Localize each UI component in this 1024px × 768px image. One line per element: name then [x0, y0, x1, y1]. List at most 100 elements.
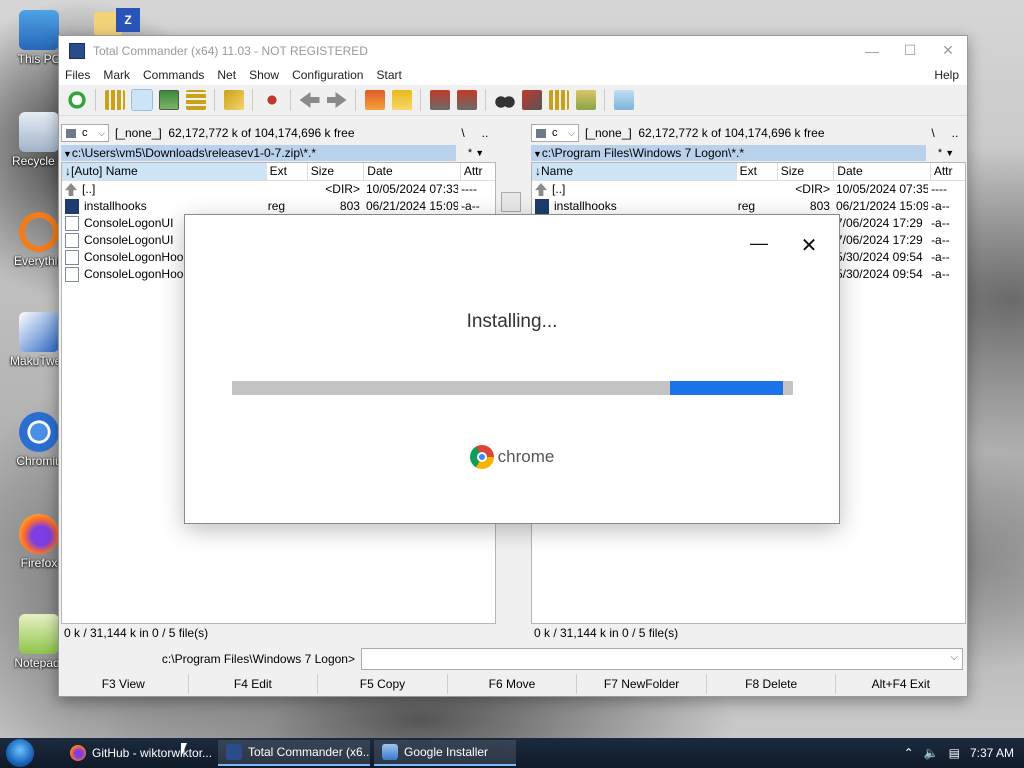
taskbar-item-github[interactable]: GitHub - wiktorwiktor... [62, 740, 214, 766]
tree-view-icon[interactable] [185, 90, 206, 110]
tree-panel-icon[interactable] [223, 90, 244, 110]
menu-files[interactable]: Files [65, 68, 90, 82]
history-dropdown-icon[interactable]: ▼ [63, 149, 72, 159]
refresh-icon[interactable] [66, 90, 87, 110]
left-file-header: ↓[Auto] Name Ext Size Date Attr [62, 163, 495, 181]
column-ext[interactable]: Ext [737, 163, 778, 180]
column-name[interactable]: ↓[Auto] Name [62, 163, 267, 180]
menu-commands[interactable]: Commands [143, 68, 204, 82]
multi-rename-icon[interactable] [521, 90, 542, 110]
f3-view-button[interactable]: F3 View [59, 674, 189, 694]
installer-minimize-button[interactable]: — [747, 233, 771, 257]
forward-arrow-icon[interactable] [326, 92, 347, 108]
close-button[interactable]: ✕ [929, 42, 967, 59]
right-path[interactable]: ▼c:\Program Files\Windows 7 Logon\*.* [531, 145, 926, 161]
f6-move-button[interactable]: F6 Move [448, 674, 578, 694]
toolbar-separator [604, 89, 605, 111]
toolbar [59, 85, 967, 116]
maximize-button[interactable]: ☐ [891, 42, 929, 59]
left-root-button[interactable]: \ [452, 126, 474, 140]
command-line-input[interactable]: ⌵ [361, 648, 963, 670]
left-path[interactable]: ▼c:\Users\vm5\Downloads\releasev1-0-7.zi… [61, 145, 456, 161]
reg-file-icon [65, 199, 79, 214]
column-name-label: Name [541, 164, 574, 178]
right-drive-selector[interactable]: c ⌵ [531, 124, 579, 142]
right-filter[interactable]: * ▼ [926, 147, 966, 159]
total-commander-icon [226, 744, 242, 760]
search-binoculars-icon[interactable] [494, 90, 515, 110]
sync-dirs-icon[interactable] [548, 90, 569, 110]
file-attr: ---- [931, 182, 948, 196]
menu-start[interactable]: Start [376, 68, 401, 82]
table-row[interactable]: [..] <DIR> 10/05/2024 07:33 ---- [62, 181, 495, 198]
quick-view-icon[interactable] [501, 192, 521, 212]
menu-show[interactable]: Show [249, 68, 279, 82]
notepadpp-icon [19, 614, 59, 654]
column-attr[interactable]: Attr [461, 163, 495, 180]
brand-name: chrome [497, 447, 555, 466]
title-bar[interactable]: Total Commander (x64) 11.03 - NOT REGIST… [59, 36, 967, 65]
detailed-view-icon[interactable] [130, 89, 153, 111]
thumbnail-view-icon[interactable] [158, 90, 179, 110]
brief-view-icon[interactable] [104, 90, 125, 110]
drive-icon [536, 128, 546, 138]
menu-help[interactable]: Help [934, 68, 959, 82]
left-drive-selector[interactable]: c ⌵ [61, 124, 109, 142]
url-connect-icon[interactable] [456, 90, 477, 110]
unpack-files-icon[interactable] [391, 90, 412, 110]
file-name: installhooks [84, 199, 147, 213]
windows-logo-icon [6, 739, 34, 767]
left-filter[interactable]: * ▼ [456, 147, 496, 159]
start-button[interactable] [0, 738, 40, 768]
chevron-down-icon[interactable]: ⌵ [950, 652, 958, 663]
f8-delete-button[interactable]: F8 Delete [707, 674, 837, 694]
column-ext[interactable]: Ext [267, 163, 308, 180]
volume-muted-icon[interactable]: 🔈 [924, 746, 939, 760]
menu-configuration[interactable]: Configuration [292, 68, 363, 82]
table-row[interactable]: [..] <DIR> 10/05/2024 07:35 ---- [532, 181, 965, 198]
minimize-button[interactable]: — [853, 43, 891, 59]
filter-text: * [467, 147, 473, 159]
installer-brand: chrome [185, 445, 839, 469]
table-row[interactable]: installhooks reg 803 06/21/2024 15:09 -a… [532, 198, 965, 215]
taskbar-item-google-installer[interactable]: Google Installer [374, 740, 516, 766]
column-attr[interactable]: Attr [931, 163, 965, 180]
menu-mark[interactable]: Mark [103, 68, 130, 82]
zip-icon[interactable]: Z [116, 8, 140, 32]
menu-net[interactable]: Net [217, 68, 236, 82]
file-ext [735, 181, 775, 198]
select-files-icon[interactable] [261, 90, 282, 110]
clock[interactable]: 7:37 AM [970, 746, 1014, 760]
file-attr: -a-- [461, 199, 480, 213]
taskbar-item-total-commander[interactable]: Total Commander (x6... [218, 740, 370, 766]
notepad-icon[interactable] [613, 90, 634, 110]
table-row[interactable]: installhooks reg 803 06/21/2024 15:09 -a… [62, 198, 495, 215]
right-root-button[interactable]: \ [922, 126, 944, 140]
column-name[interactable]: ↓Name [532, 163, 737, 180]
file-date: 5/30/2024 09:54 [835, 250, 923, 264]
left-up-button[interactable]: .. [474, 126, 496, 140]
network-icon[interactable]: ▤ [949, 746, 960, 760]
column-size[interactable]: Size [308, 163, 365, 180]
column-size[interactable]: Size [778, 163, 835, 180]
column-date[interactable]: Date [364, 163, 461, 180]
f4-edit-button[interactable]: F4 Edit [189, 674, 319, 694]
file-date: 5/30/2024 09:54 [835, 267, 923, 281]
history-dropdown-icon[interactable]: ▼ [533, 149, 542, 159]
installer-progress-bar [232, 381, 793, 395]
back-arrow-icon[interactable] [299, 92, 320, 108]
f7-newfolder-button[interactable]: F7 NewFolder [577, 674, 707, 694]
f5-copy-button[interactable]: F5 Copy [318, 674, 448, 694]
show-hidden-icons-icon[interactable]: ⌃ [904, 746, 914, 760]
right-up-button[interactable]: .. [944, 126, 966, 140]
pack-files-icon[interactable] [364, 90, 385, 110]
chrome-logo-icon [469, 445, 494, 469]
alt-f4-exit-button[interactable]: Alt+F4 Exit [836, 674, 965, 694]
file-date: 10/05/2024 07:33 [365, 182, 459, 196]
file-date: 06/21/2024 15:09 [365, 199, 459, 213]
toolbar-separator [252, 89, 253, 111]
installer-close-button[interactable]: ✕ [797, 233, 821, 257]
column-date[interactable]: Date [834, 163, 931, 180]
ftp-connect-icon[interactable] [429, 90, 450, 110]
compare-files-icon[interactable] [575, 90, 596, 110]
